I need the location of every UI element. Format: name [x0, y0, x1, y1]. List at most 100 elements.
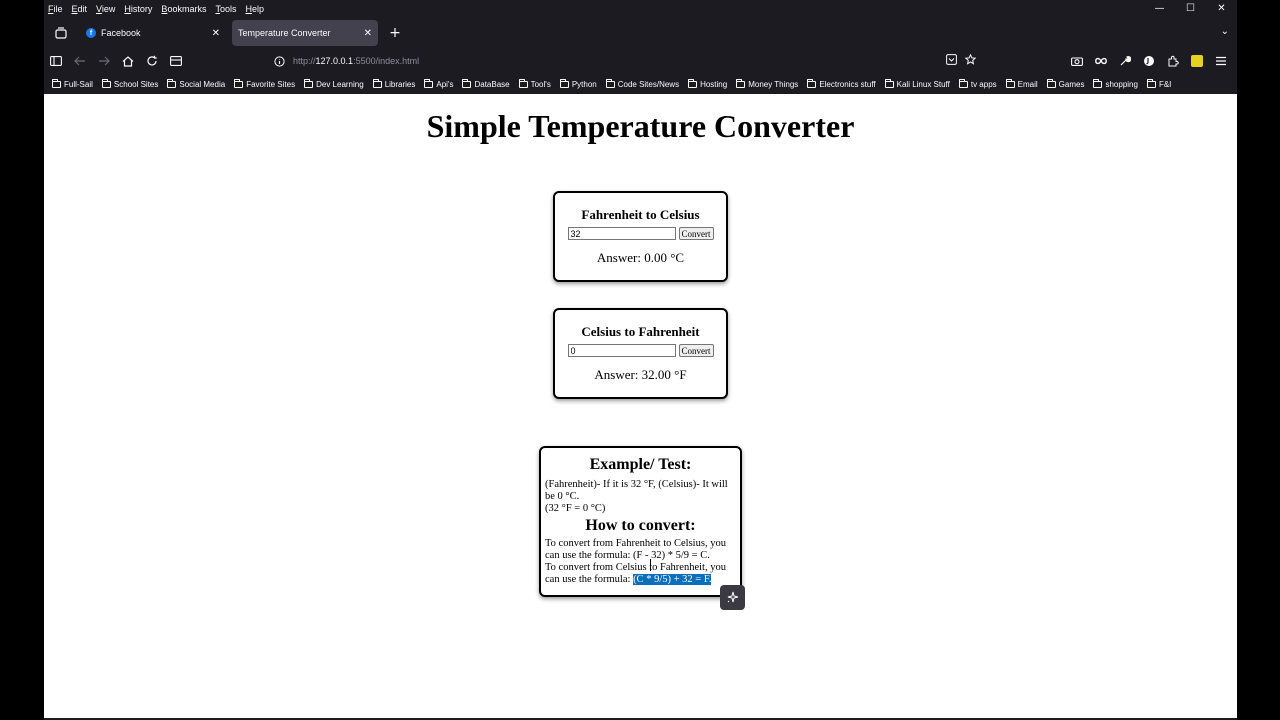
bookmark-folder[interactable]: Games	[1046, 78, 1085, 89]
bookmark-label: Favorite Sites	[246, 79, 296, 89]
bookmark-folder[interactable]: Electronics stuff	[807, 78, 876, 89]
folder-icon	[518, 78, 528, 88]
home-icon[interactable]	[116, 50, 140, 72]
bookmark-folder[interactable]: Api's	[424, 78, 453, 89]
tab-close-icon[interactable]: ✕	[364, 28, 372, 39]
account-icon[interactable]	[1139, 50, 1159, 72]
bookmark-folder[interactable]: Social Media	[167, 78, 225, 89]
bookmark-label: Money Things	[748, 79, 799, 89]
bookmark-folder[interactable]: Kali Linux Stuff	[884, 78, 950, 89]
folder-icon	[424, 78, 434, 88]
bookmark-folder[interactable]: Code Sites/News	[605, 78, 679, 89]
extensions-puzzle-icon[interactable]	[1163, 50, 1183, 72]
sidebar-icon[interactable]	[44, 50, 68, 72]
bookmark-folder[interactable]: Tool's	[518, 78, 551, 89]
bookmark-folder[interactable]: F&I	[1146, 78, 1171, 89]
save-to-pocket-icon[interactable]	[946, 54, 957, 68]
menu-history[interactable]: History	[124, 4, 152, 14]
folder-icon	[101, 78, 111, 88]
folder-icon	[884, 78, 894, 88]
hamburger-menu-icon[interactable]	[1211, 50, 1231, 72]
chevron-down-icon[interactable]: ⌄	[1221, 26, 1229, 37]
bookmark-folder[interactable]: Full-Sail	[52, 78, 93, 89]
menu-edit[interactable]: Edit	[72, 4, 88, 14]
fahrenheit-to-celsius-card: Fahrenheit to Celsius Convert Answer: 0.…	[553, 191, 728, 282]
card-heading: Celsius to Fahrenheit	[581, 324, 700, 339]
folder-icon	[807, 78, 817, 88]
reload-icon[interactable]	[140, 50, 164, 72]
bookmark-label: Libraries	[384, 79, 416, 89]
reader-view-icon[interactable]	[164, 50, 188, 72]
convert-f2c-button[interactable]: Convert	[678, 227, 714, 240]
card-heading: Fahrenheit to Celsius	[581, 207, 700, 222]
fahrenheit-input[interactable]	[567, 227, 676, 240]
folder-icon	[167, 78, 177, 88]
infinity-extension-icon[interactable]	[1091, 50, 1111, 72]
new-tab-icon[interactable]: +	[384, 22, 406, 44]
bookmark-label: Electronics stuff	[819, 79, 876, 89]
bookmark-label: Full-Sail	[64, 79, 93, 89]
celsius-answer: Answer: 0.00 °C	[596, 250, 685, 265]
bookmark-star-icon[interactable]	[964, 53, 977, 68]
bookmark-folder[interactable]: DataBase	[462, 78, 510, 89]
example-text: (Fahrenheit)- If it is 32 °F, (Celsius)-…	[545, 479, 728, 502]
bookmark-folder[interactable]: Libraries	[372, 78, 416, 89]
tab-close-icon[interactable]: ✕	[212, 28, 220, 39]
bookmark-label: Tool's	[530, 79, 551, 89]
tab-temperature-converter[interactable]: Temperature Converter ✕	[232, 20, 378, 46]
info-card: Example/ Test: (Fahrenheit)- If it is 32…	[539, 446, 742, 597]
bookmark-folder[interactable]: Money Things	[736, 78, 799, 89]
convert-c2f-button[interactable]: Convert	[678, 344, 714, 357]
selected-formula-text[interactable]: (C * 9/5) + 32 = F.	[633, 574, 712, 585]
maximize-icon[interactable]: ☐	[1175, 0, 1206, 17]
bookmarks-toolbar: Full-Sail School Sites Social Media Favo…	[44, 75, 1237, 93]
howto-c2f-text: To convert from Celsius to Fahrenheit, y…	[545, 562, 736, 586]
url-bar[interactable]: http://127.0.0.1:5500/index.html	[266, 50, 984, 72]
wrench-icon[interactable]	[1115, 50, 1135, 72]
menu-bookmarks[interactable]: Bookmarks	[161, 4, 206, 14]
forward-arrow-icon[interactable]	[92, 50, 116, 72]
url-text[interactable]: http://127.0.0.1:5500/index.html	[293, 56, 419, 66]
ai-sparkle-icon[interactable]	[720, 585, 745, 610]
bookmark-label: tv apps	[970, 79, 997, 89]
bookmark-folder[interactable]: Python	[559, 78, 597, 89]
folder-icon	[559, 78, 569, 88]
menu-help[interactable]: Help	[245, 4, 264, 14]
celsius-input[interactable]	[567, 344, 676, 357]
folder-icon	[234, 78, 244, 88]
text-cursor-icon	[650, 559, 656, 571]
howto-f2c-text: To convert from Fahrenheit to Celsius, y…	[545, 538, 726, 561]
navigation-bar: http://127.0.0.1:5500/index.html	[44, 49, 1237, 73]
folder-icon	[958, 78, 968, 88]
tab-list-icon[interactable]	[48, 20, 74, 46]
menu-tools[interactable]: Tools	[215, 4, 236, 14]
menu-file[interactable]: File	[48, 4, 63, 14]
site-info-icon[interactable]	[274, 52, 285, 71]
bookmark-folder[interactable]: tv apps	[958, 78, 997, 89]
bookmark-folder[interactable]: Dev Learning	[304, 78, 364, 89]
menu-view[interactable]: View	[96, 4, 115, 14]
facebook-favicon-icon: f	[86, 28, 96, 38]
minimize-icon[interactable]: —	[1144, 0, 1175, 17]
bookmark-label: Dev Learning	[316, 79, 364, 89]
close-window-icon[interactable]: ✕	[1206, 0, 1237, 17]
yellow-extension-icon[interactable]	[1187, 50, 1207, 72]
bookmark-folder[interactable]: School Sites	[101, 78, 158, 89]
bookmark-label: Python	[571, 79, 597, 89]
back-arrow-icon[interactable]	[68, 50, 92, 72]
bookmark-folder[interactable]: Favorite Sites	[234, 78, 296, 89]
window-controls: — ☐ ✕	[1144, 0, 1237, 17]
screenshot-icon[interactable]	[1067, 50, 1087, 72]
tab-facebook[interactable]: f Facebook ✕	[80, 20, 226, 46]
url-path: :5500/index.html	[353, 56, 420, 66]
bookmark-folder[interactable]: shopping	[1093, 78, 1138, 89]
url-host: 127.0.0.1	[315, 56, 354, 66]
bookmark-folder[interactable]: Hosting	[688, 78, 727, 89]
folder-icon	[688, 78, 698, 88]
bookmark-label: Kali Linux Stuff	[896, 79, 950, 89]
bookmark-label: DataBase	[474, 79, 510, 89]
bookmark-label: Games	[1058, 79, 1085, 89]
folder-icon	[1146, 78, 1156, 88]
bookmark-folder[interactable]: Email	[1005, 78, 1038, 89]
howto-heading: How to convert:	[585, 517, 696, 534]
